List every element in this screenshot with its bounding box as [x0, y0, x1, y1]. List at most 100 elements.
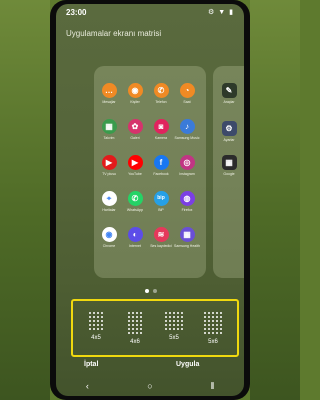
- app-label: YouTube: [128, 172, 142, 176]
- grid-dot: [140, 332, 142, 334]
- grid-dot: [212, 316, 214, 318]
- grid-dot: [128, 324, 130, 326]
- grid-dot: [216, 312, 218, 314]
- grid-dot: [165, 328, 167, 330]
- grid-dot: [173, 328, 175, 330]
- app-takvim[interactable]: ▦ Takvim: [96, 119, 122, 140]
- app-label: Takvim: [103, 136, 115, 140]
- grid-dot: [93, 324, 95, 326]
- grid-dot: [136, 316, 138, 318]
- grid-dot: [97, 324, 99, 326]
- grid-dot: [181, 316, 183, 318]
- grid-option-label: 4x5: [91, 335, 101, 341]
- grid-dot: [128, 316, 130, 318]
- app-telefon[interactable]: ✆ Telefon: [148, 83, 174, 104]
- app-label: Chrome: [102, 244, 116, 248]
- messages-icon: …: [101, 83, 117, 98]
- grid-dot: [177, 328, 179, 330]
- grid-dot: [208, 324, 210, 326]
- grid-dot: [89, 312, 91, 314]
- home-icon[interactable]: ○: [140, 379, 160, 393]
- app-label: Haritalar: [102, 208, 116, 212]
- side-app-araçlar[interactable]: ✎ Araçlar: [216, 83, 242, 104]
- music-icon: ♪: [179, 119, 195, 134]
- grid-dot: [140, 312, 142, 314]
- grid-dot: [165, 316, 167, 318]
- facebook-icon: f: [153, 155, 169, 170]
- grid-dot: [220, 324, 222, 326]
- grid-dot: [128, 332, 130, 334]
- grid-dot: [169, 328, 171, 330]
- grid-dot: [132, 312, 134, 314]
- grid-dot: [177, 312, 179, 314]
- bip-icon: bip: [153, 191, 169, 206]
- app-samsung-music[interactable]: ♪ Samsung Music: [174, 119, 200, 140]
- app-tv-plusu[interactable]: ▶ TV plusu: [96, 155, 122, 176]
- gallery-icon: ✿: [127, 119, 143, 134]
- grid-dot: [216, 328, 218, 330]
- grid-dot: [101, 324, 103, 326]
- grid-dots-icon: [123, 312, 147, 334]
- grid-dot: [89, 316, 91, 318]
- app-bip[interactable]: bip BiP: [148, 191, 174, 212]
- tools-icon: ✎: [221, 83, 237, 98]
- grid-dot: [177, 320, 179, 322]
- calendar-icon: ▦: [101, 119, 117, 134]
- back-icon[interactable]: ‹: [77, 379, 97, 393]
- app-whatsapp[interactable]: ✆ WhatsApp: [122, 191, 148, 212]
- grid-dot: [132, 320, 134, 322]
- grid-option-5x6[interactable]: 5x6: [201, 312, 225, 345]
- grid-dot: [128, 320, 130, 322]
- app-ses-kaydedici[interactable]: ≋ Ses kaydedici: [148, 227, 174, 248]
- app-facebook[interactable]: f Facebook: [148, 155, 174, 176]
- grid-dot: [97, 320, 99, 322]
- grid-dot: [177, 316, 179, 318]
- grid-dot: [173, 316, 175, 318]
- grid-dot: [220, 316, 222, 318]
- apply-button[interactable]: Uygula: [176, 361, 199, 368]
- grid-dot: [128, 328, 130, 330]
- settings-icon: ⚙: [221, 121, 237, 136]
- grid-dot: [208, 320, 210, 322]
- tv-icon: ▶: [101, 155, 117, 170]
- app-label: Saat: [183, 100, 191, 104]
- app-haritalar[interactable]: ⌖ Haritalar: [96, 191, 122, 212]
- app-saat[interactable]: ◔ Saat: [174, 83, 200, 104]
- app-galeri[interactable]: ✿ Galeri: [122, 119, 148, 140]
- grid-option-label: 5x6: [208, 339, 218, 345]
- grid-dot: [89, 328, 91, 330]
- grid-option-4x5[interactable]: 4x5: [84, 312, 108, 341]
- app-kamera[interactable]: ◙ Kamera: [148, 119, 174, 140]
- grid-dot: [101, 328, 103, 330]
- side-app-label: Ayarlar: [223, 138, 235, 142]
- app-kişiler[interactable]: ◉ Kişiler: [122, 83, 148, 104]
- grid-dot: [97, 312, 99, 314]
- grid-option-4x6[interactable]: 4x6: [123, 312, 147, 345]
- app-internet[interactable]: ◐ Internet: [122, 227, 148, 248]
- side-app-ayarlar[interactable]: ⚙ Ayarlar: [216, 121, 242, 142]
- app-label: Kamera: [154, 136, 168, 140]
- app-mesajlar[interactable]: … Mesajlar: [96, 83, 122, 104]
- grid-dot: [216, 324, 218, 326]
- grid-dot: [181, 324, 183, 326]
- grid-dot: [132, 332, 134, 334]
- app-samsung-health[interactable]: ▦ Samsung Health: [174, 227, 200, 248]
- grid-dot: [136, 312, 138, 314]
- grid-dots-icon: [162, 312, 186, 330]
- cancel-button[interactable]: İptal: [84, 361, 98, 368]
- grid-dot: [208, 328, 210, 330]
- app-youtube[interactable]: ▶ YouTube: [122, 155, 148, 176]
- app-firefox[interactable]: ◍ Firefox: [174, 191, 200, 212]
- grid-dot: [165, 312, 167, 314]
- grid-dot: [136, 324, 138, 326]
- app-instagram[interactable]: ◎ Instagram: [174, 155, 200, 176]
- page-dot: [153, 289, 157, 293]
- grid-option-5x5[interactable]: 5x5: [162, 312, 186, 341]
- app-chrome[interactable]: ◉ Chrome: [96, 227, 122, 248]
- recents-icon[interactable]: ⦀: [203, 379, 223, 393]
- grid-dot: [93, 316, 95, 318]
- instagram-icon: ◎: [179, 155, 195, 170]
- page-dot-active: [145, 289, 149, 293]
- app-label: Facebook: [153, 172, 169, 176]
- side-app-google[interactable]: ▦ Google: [216, 155, 242, 176]
